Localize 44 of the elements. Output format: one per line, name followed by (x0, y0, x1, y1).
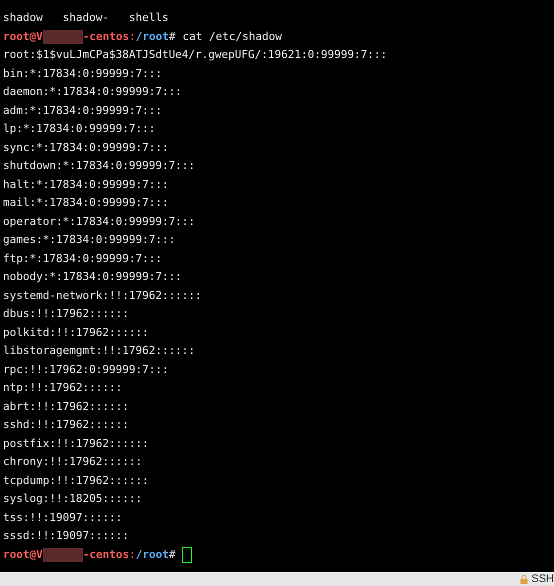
prompt-mark: # (168, 28, 176, 44)
prompt-host: -centos (82, 28, 130, 44)
output-line: ntp:!!:17962:::::: (3, 380, 124, 396)
prompt-path: /root (136, 28, 169, 44)
output-line: shutdown:*:17834:0:99999:7::: (3, 158, 196, 174)
output-line: adm:*:17834:0:99999:7::: (3, 102, 163, 118)
prompt-user: root@V (3, 546, 43, 562)
redaction-block (42, 548, 83, 562)
output-line: games:*:17834:0:99999:7::: (3, 232, 176, 248)
prompt-user: root@V (3, 28, 43, 44)
output-line: bin:*:17834:0:99999:7::: (3, 66, 163, 82)
output-line: root:$1$vuLJmCPa$38ATJSdtUe4/r.gwepUFG/:19621:0:99999:7::: (3, 47, 388, 63)
prompt-separator: : (129, 546, 136, 562)
output-line: tcpdump:!!:17962:::::: (3, 472, 150, 488)
output-line: postfix:!!:17962:::::: (3, 436, 150, 452)
output-line: sshd:!!:17962:::::: (3, 417, 130, 433)
prompt-mark: # (168, 546, 176, 562)
status-label: SSH (531, 574, 554, 584)
prompt-host: -centos (82, 546, 130, 562)
cursor-icon (182, 546, 192, 563)
output-line: ftp:*:17834:0:99999:7::: (3, 250, 163, 266)
output-line: mail:*:17834:0:99999:7::: (3, 195, 170, 211)
output-line: dbus:!!:17962:::::: (3, 306, 130, 322)
output-line: halt:*:17834:0:99999:7::: (3, 176, 170, 192)
output-line: chrony:!!:17962:::::: (3, 454, 144, 470)
output-line: sync:*:17834:0:99999:7::: (3, 140, 170, 156)
output-line: sssd:!!:19097:::::: (3, 528, 130, 544)
output-line: syslog:!!:18205:::::: (3, 491, 144, 507)
output-line: polkitd:!!:17962:::::: (3, 324, 150, 340)
command-text: cat /etc/shadow (182, 28, 282, 44)
output-line: rpc:!!:17962:0:99999:7::: (3, 362, 170, 378)
output-line: nobody:*:17834:0:99999:7::: (3, 269, 183, 285)
output-line: daemon:*:17834:0:99999:7::: (3, 84, 183, 100)
output-line: abrt:!!:17962:::::: (3, 398, 130, 414)
prompt-path: /root (136, 546, 169, 562)
output-line: shadow shadow- shells (3, 10, 170, 26)
redaction-block (42, 30, 83, 44)
output-line: lp:*:17834:0:99999:7::: (3, 121, 156, 137)
output-line: libstoragemgmt:!!:17962:::::: (3, 343, 196, 359)
lock-icon (520, 574, 528, 584)
output-line: tss:!!:19097:::::: (3, 510, 124, 526)
output-line: operator:*:17834:0:99999:7::: (3, 214, 196, 230)
output-line: systemd-network:!!:17962:::::: (3, 288, 203, 304)
prompt-separator: : (129, 28, 136, 44)
